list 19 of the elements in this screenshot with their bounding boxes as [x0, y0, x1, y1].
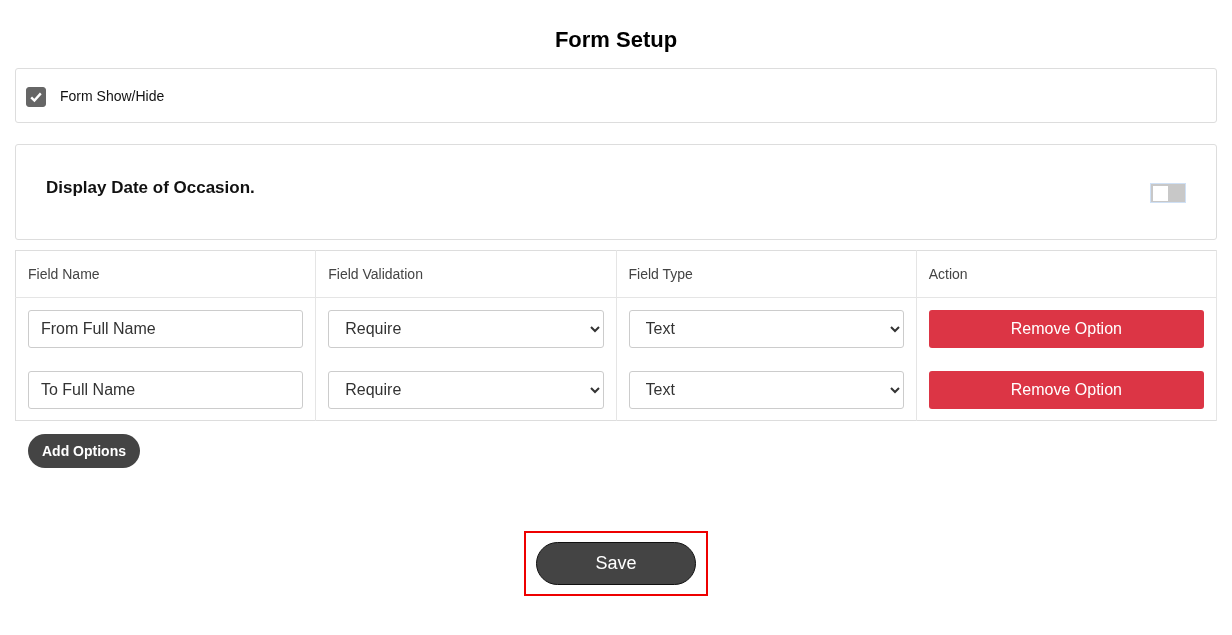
type-select[interactable]: Text: [628, 309, 904, 348]
field-name-input[interactable]: From Full Name: [28, 309, 304, 348]
column-header: Field Name: [15, 250, 316, 298]
checkbox-label: Form Show/Hide: [60, 87, 165, 104]
field-name-input[interactable]: To Full Name: [28, 370, 304, 409]
remove-option-button[interactable]: Remove Option: [928, 309, 1204, 348]
validation-select[interactable]: Require: [328, 370, 604, 409]
save-button[interactable]: Save: [536, 542, 696, 585]
column-header: Field Type: [616, 250, 917, 298]
add-options-button[interactable]: Add Options: [28, 434, 140, 468]
checkbox[interactable]: [26, 87, 46, 107]
column-header: Action: [916, 250, 1217, 298]
setting-label: Display Date of Occasion.: [46, 178, 255, 198]
type-select[interactable]: Text: [628, 370, 904, 409]
remove-option-button[interactable]: Remove Option: [928, 370, 1204, 409]
page-title: Form Setup: [553, 26, 679, 52]
validation-select[interactable]: Require: [328, 309, 604, 348]
toggle-switch[interactable]: [1150, 183, 1186, 203]
column-header: Field Validation: [315, 250, 616, 298]
